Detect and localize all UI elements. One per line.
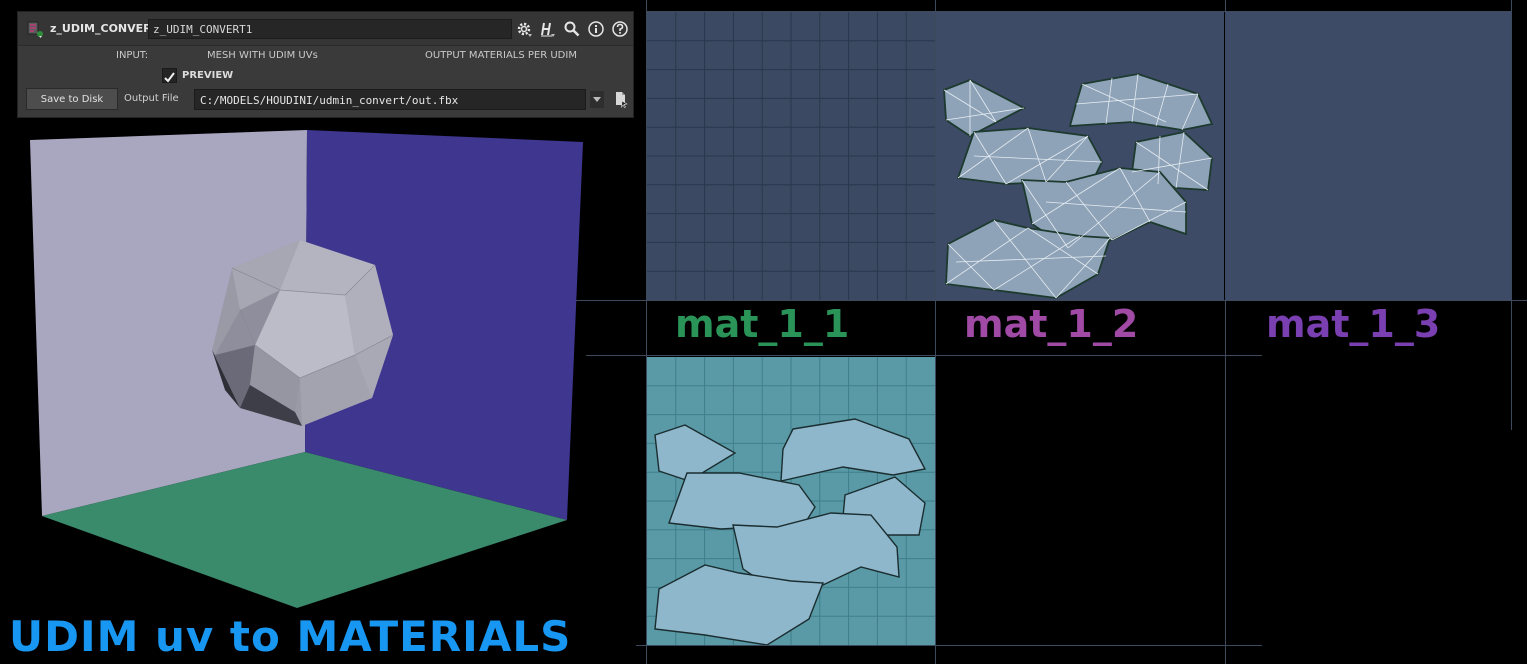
houdini-help-icon[interactable] [539,20,557,38]
help-icon[interactable] [611,20,629,38]
uv-empty [1225,12,1511,300]
preview-label: PREVIEW [182,70,234,81]
page-title: UDIM uv to MATERIALS [9,612,572,661]
udim-tile-1002[interactable] [936,12,1224,300]
checkmark-icon [164,72,175,83]
uv-grid [647,12,935,300]
panel-header: z_UDIM_CONVERT z_UDIM_CONVERT1 [18,12,633,46]
sphere [212,240,394,426]
preview-checkbox[interactable] [162,68,177,83]
input-label: INPUT: [116,50,149,61]
gear-icon[interactable] [515,20,533,38]
search-icon[interactable] [563,20,581,38]
info-icon[interactable] [587,20,605,38]
node-name-field[interactable]: z_UDIM_CONVERT1 [148,19,512,39]
output-info-label: OUTPUT MATERIALS PER UDIM [425,50,577,61]
viewport-3d[interactable] [0,120,600,620]
uv-grid-islands [647,357,935,645]
input-value: MESH WITH UDIM UVs [207,50,318,61]
mat-label-1-3: mat_1_3 [1266,302,1441,346]
parameter-panel: z_UDIM_CONVERT z_UDIM_CONVERT1 INPUT: ME… [17,11,634,118]
udim-tile-1001[interactable] [647,12,935,300]
grid-line [586,355,1262,356]
mat-label-1-2: mat_1_2 [964,302,1139,346]
mat-label-1-1: mat_1_1 [675,302,850,346]
save-to-disk-button[interactable]: Save to Disk [26,88,118,110]
file-browse-icon[interactable] [614,90,628,108]
udim-tile-1011[interactable] [647,357,935,645]
udim-tile-1003[interactable] [1225,12,1511,300]
chevron-down-icon[interactable] [590,91,604,108]
uv-islands [936,12,1224,300]
grid-line [1511,0,1512,430]
output-file-field[interactable]: C:/MODELS/HOUDINI/udmin_convert/out.fbx [194,89,586,110]
grid-line [576,300,1527,301]
node-type-label: z_UDIM_CONVERT [50,22,159,35]
output-file-label: Output File [124,93,179,104]
grid-line [636,645,1262,646]
node-icon[interactable] [26,19,46,39]
